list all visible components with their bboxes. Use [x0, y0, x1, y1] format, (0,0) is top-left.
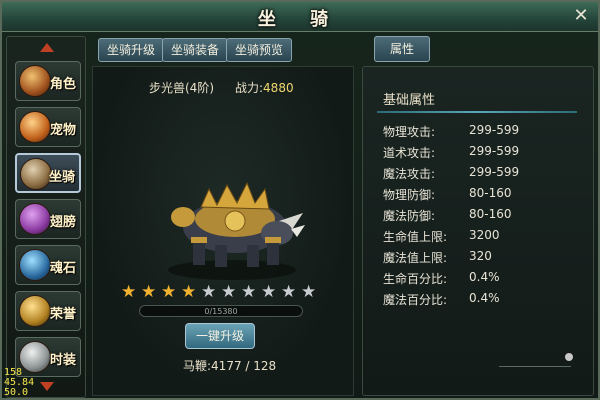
- power-value: 4880: [263, 81, 294, 95]
- attributes-panel: 基础属性 物理攻击: 299-599 道术攻击: 299-599 魔法攻击: 299-…: [362, 66, 594, 396]
- sidebar-item-wings[interactable]: 翅膀: [15, 199, 81, 239]
- warrior-helmet-icon: [19, 65, 51, 97]
- star-empty-icon: ★: [221, 282, 237, 302]
- attribute-value: 80-160: [469, 207, 512, 221]
- attribute-label: 物理攻击:: [383, 125, 436, 139]
- close-icon[interactable]: ✕: [572, 7, 590, 25]
- exp-progress-bar: 0/15380: [139, 305, 303, 317]
- debug-line: 50.0: [4, 387, 29, 398]
- tab-attributes[interactable]: 属性: [374, 36, 430, 62]
- attribute-row: 魔法百分比: 0.4%: [383, 291, 500, 308]
- one-click-upgrade-button[interactable]: 一键升级: [185, 323, 255, 349]
- sidebar-item-label: 翅膀: [49, 215, 76, 230]
- divider: [377, 111, 577, 113]
- sidebar-item-mount[interactable]: 坐骑: [15, 153, 81, 193]
- attribute-value: 299-599: [469, 165, 520, 179]
- sidebar-item-label: 宠物: [49, 123, 76, 138]
- star-filled-icon: ★: [161, 282, 177, 302]
- scroll-handle[interactable]: [565, 353, 573, 361]
- window-title: 坐 骑: [257, 9, 343, 30]
- attribute-row: 道术攻击: 299-599: [383, 144, 519, 161]
- attribute-value: 299-599: [469, 123, 520, 137]
- tab-mount-upgrade[interactable]: 坐骑升级: [98, 38, 165, 62]
- attribute-value: 0.4%: [469, 270, 500, 284]
- star-empty-icon: ★: [281, 282, 297, 302]
- sidebar: 角色 宠物 坐骑 翅膀 魂石 荣誉 时装: [6, 36, 86, 398]
- attribute-label: 生命值上限:: [383, 230, 448, 244]
- scroll-down-arrow-icon[interactable]: [40, 382, 54, 391]
- mount-name: 步光兽(4阶): [149, 81, 214, 95]
- debug-overlay: 158 45.84 50.0: [4, 368, 34, 398]
- attribute-row: 生命百分比: 0.4%: [383, 270, 500, 287]
- mount-power: 战力:4880: [235, 79, 294, 96]
- power-label: 战力:: [235, 81, 264, 95]
- star-rating: ★ ★ ★ ★ ★ ★ ★ ★ ★ ★: [121, 283, 321, 303]
- star-filled-icon: ★: [181, 282, 197, 302]
- star-filled-icon: ★: [121, 282, 137, 302]
- sidebar-item-label: 荣誉: [49, 307, 76, 322]
- attribute-value: 320: [469, 249, 492, 263]
- star-filled-icon: ★: [141, 282, 157, 302]
- sidebar-item-label: 时装: [49, 353, 76, 368]
- whip-label: 马鞭:: [183, 359, 212, 373]
- attribute-row: 魔法防御: 80-160: [383, 207, 512, 224]
- attribute-row: 魔法攻击: 299-599: [383, 165, 519, 182]
- attribute-row: 物理防御: 80-160: [383, 186, 512, 203]
- whip-count: 马鞭:4177 / 128: [183, 357, 276, 374]
- attribute-label: 魔法百分比:: [383, 293, 448, 307]
- mount-rhino-model: [168, 181, 305, 280]
- scroll-track: [499, 366, 571, 367]
- attribute-row: 生命值上限: 3200: [383, 228, 500, 245]
- sidebar-item-honor[interactable]: 荣誉: [15, 291, 81, 331]
- attribute-label: 魔法防御:: [383, 209, 436, 223]
- attribute-label: 生命百分比:: [383, 272, 448, 286]
- star-empty-icon: ★: [241, 282, 257, 302]
- mount-horse-icon: [20, 158, 52, 190]
- attribute-value: 299-599: [469, 144, 520, 158]
- attribute-label: 魔法值上限:: [383, 251, 448, 265]
- tab-mount-equipment[interactable]: 坐骑装备: [162, 38, 229, 62]
- honor-crest-icon: [19, 295, 51, 327]
- wings-icon: [19, 203, 51, 235]
- mount-window: 坐 骑 ✕ 角色 宠物 坐骑 翅膀 魂石 荣誉 时装 158 45.84 50.…: [0, 0, 600, 400]
- sidebar-item-pet[interactable]: 宠物: [15, 107, 81, 147]
- star-empty-icon: ★: [201, 282, 217, 302]
- sidebar-item-label: 角色: [49, 77, 76, 92]
- sidebar-item-character[interactable]: 角色: [15, 61, 81, 101]
- star-empty-icon: ★: [261, 282, 277, 302]
- attribute-label: 魔法攻击:: [383, 167, 436, 181]
- tab-mount-preview[interactable]: 坐骑预览: [226, 38, 293, 62]
- star-empty-icon: ★: [301, 282, 317, 302]
- title-bar: 坐 骑 ✕: [2, 2, 598, 32]
- attribute-row: 魔法值上限: 320: [383, 249, 492, 266]
- attribute-label: 物理防御:: [383, 188, 436, 202]
- sidebar-item-soul-stone[interactable]: 魂石: [15, 245, 81, 285]
- exp-progress-text: 0/15380: [204, 307, 238, 316]
- soul-stone-icon: [19, 249, 51, 281]
- attributes-heading: 基础属性: [383, 93, 436, 108]
- tiger-pet-icon: [19, 111, 51, 143]
- attribute-value: 0.4%: [469, 291, 500, 305]
- mount-display-panel: 步光兽(4阶) 战力:4880 ★ ★ ★ ★ ★ ★ ★ ★ ★ ★ 0/15380 一键升级 …: [92, 66, 354, 396]
- attribute-value: 3200: [469, 228, 500, 242]
- whip-value: 4177 / 128: [211, 359, 277, 373]
- attribute-value: 80-160: [469, 186, 512, 200]
- attribute-label: 道术攻击:: [383, 146, 436, 160]
- sidebar-item-label: 坐骑: [48, 170, 75, 185]
- attribute-row: 物理攻击: 299-599: [383, 123, 519, 140]
- scroll-up-arrow-icon[interactable]: [40, 43, 54, 52]
- sidebar-item-label: 魂石: [49, 261, 76, 276]
